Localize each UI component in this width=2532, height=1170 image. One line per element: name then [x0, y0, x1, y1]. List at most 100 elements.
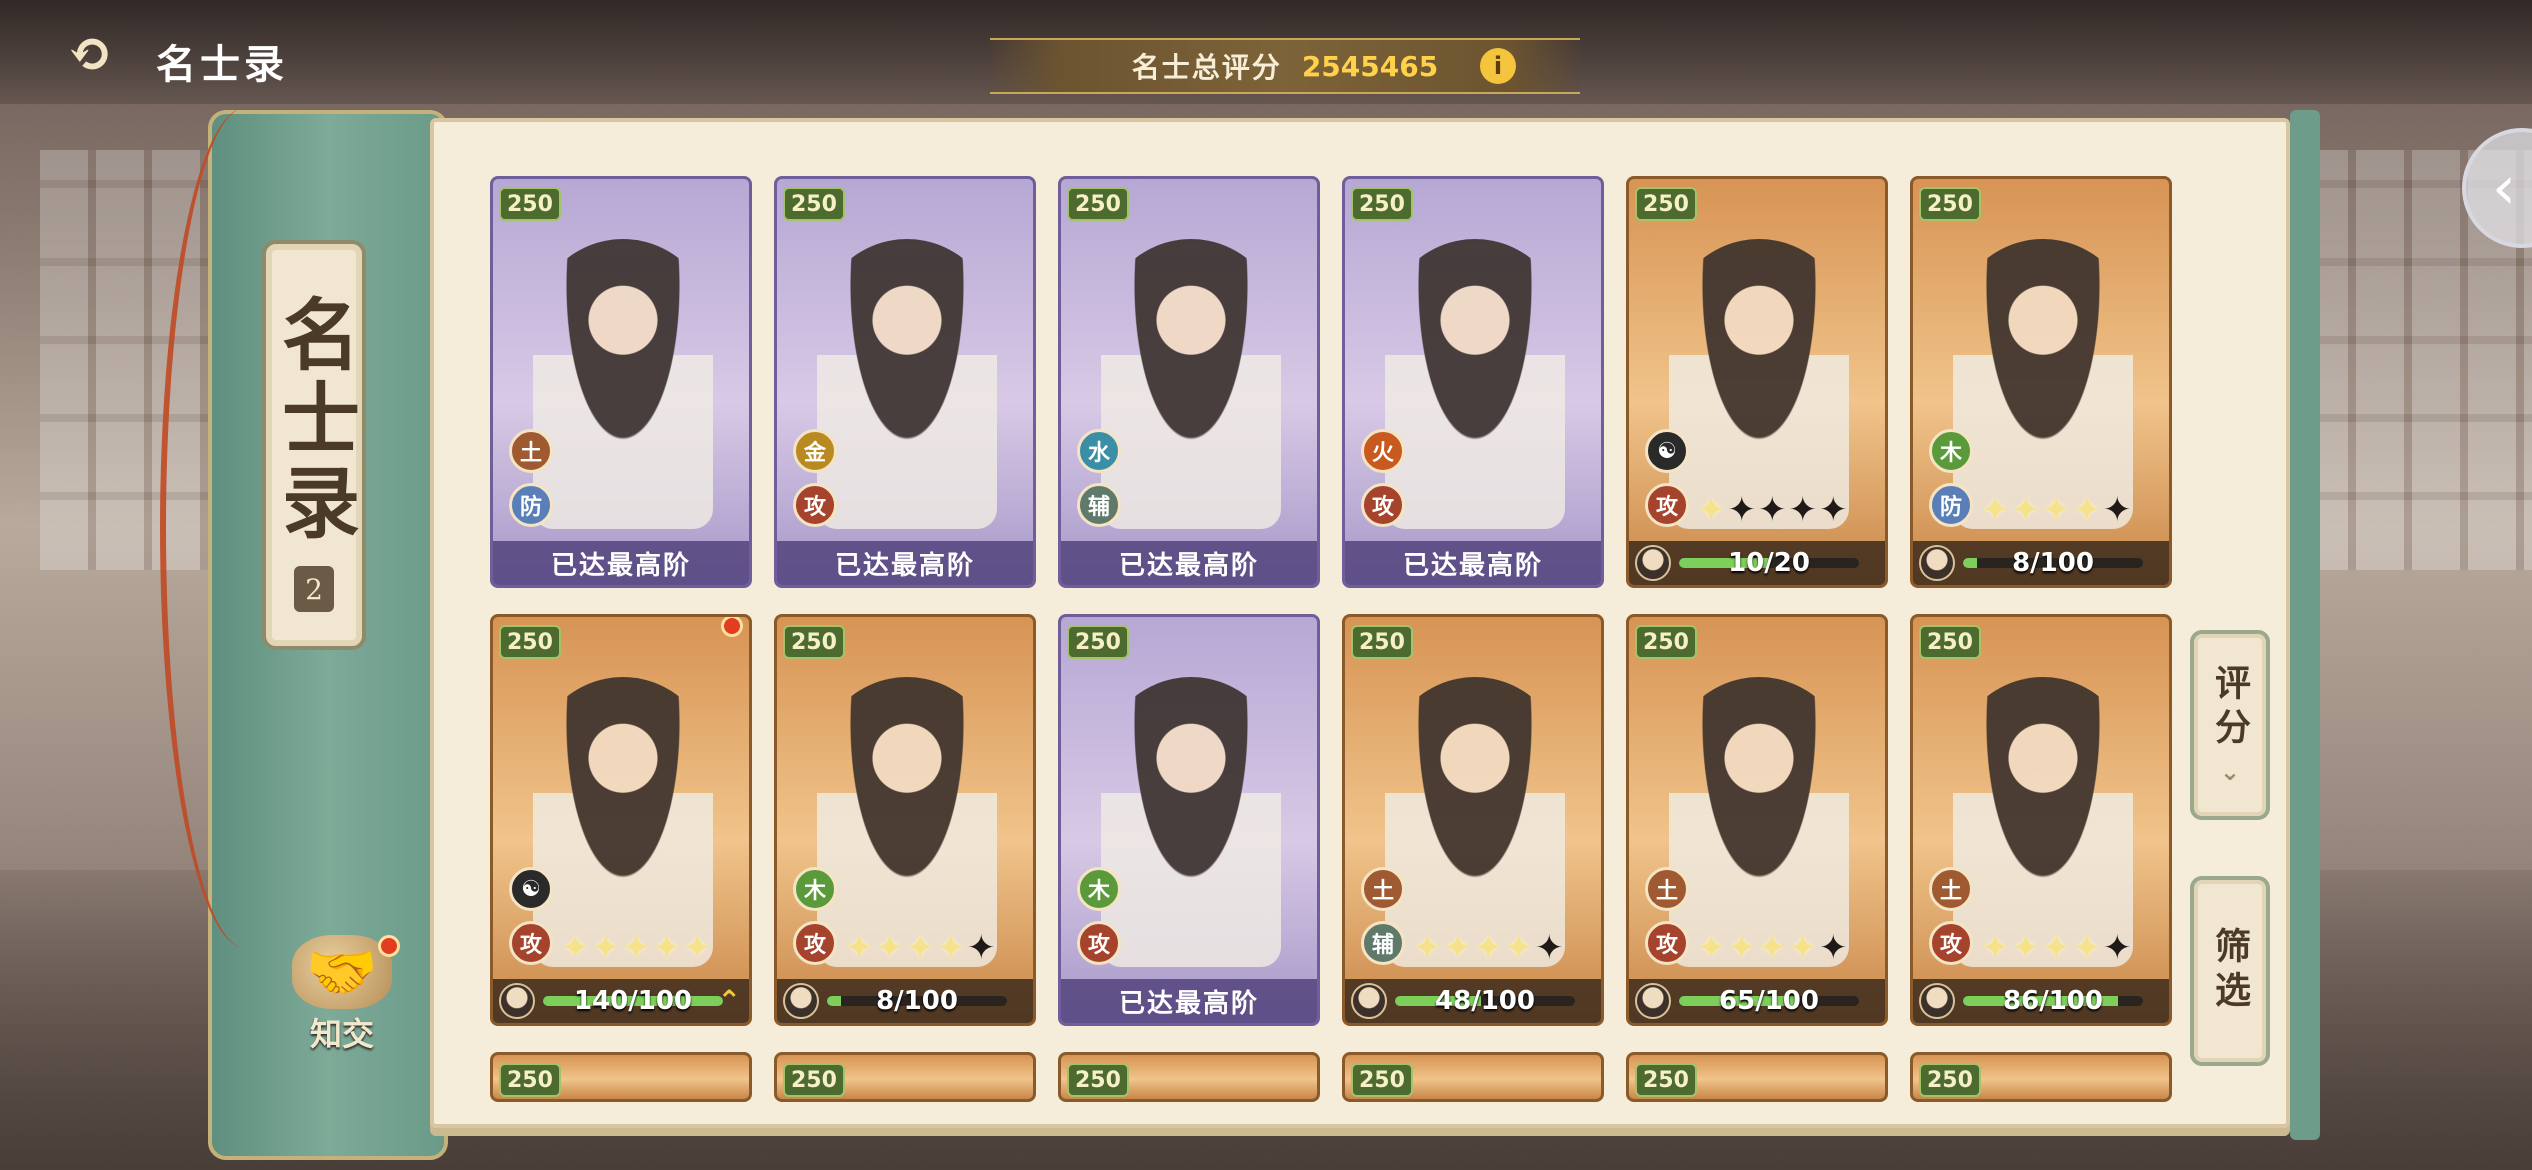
progress-text: 8/100 [2012, 548, 2094, 578]
hero-portrait [1669, 677, 1849, 967]
element-icon: ☯ [1645, 429, 1689, 473]
avatar-icon [783, 983, 819, 1019]
shard-progress: 10/20 [1629, 541, 1885, 585]
handshake-icon: 🤝 [292, 935, 392, 1009]
shard-progress: 140/100 ⌃ [493, 979, 749, 1023]
hero-card[interactable]: 250 ☯ 攻 ✦ ✦ ✦ ✦ ✦ 10/20 [1626, 176, 1888, 588]
back-button[interactable]: ⟲ [40, 18, 140, 88]
hero-portrait [1385, 239, 1565, 529]
page-title: 名士录 [156, 41, 288, 88]
progress-text: 140/100 [573, 986, 693, 1016]
star-icon: ✦ [2011, 928, 2041, 968]
hero-card[interactable]: 250 [490, 1052, 752, 1102]
level-badge: 250 [1919, 625, 1981, 659]
max-rank-label: 已达最高阶 [777, 541, 1033, 585]
role-icon: 辅 [1361, 921, 1405, 965]
avatar-icon [499, 983, 535, 1019]
star-icon: ✦ [1727, 928, 1757, 968]
role-icon: 防 [509, 483, 553, 527]
hero-portrait [1385, 677, 1565, 967]
notification-dot [378, 935, 400, 957]
star-icon: ✦ [2011, 490, 2041, 530]
star-icon: ✦ [875, 928, 905, 968]
info-icon[interactable]: i [1480, 48, 1516, 84]
star-icon: ✦ [1819, 928, 1848, 968]
star-icon: ✦ [1697, 490, 1726, 530]
progress-text: 10/20 [1728, 548, 1810, 578]
shard-progress: 86/100 [1913, 979, 2169, 1023]
shard-progress: 8/100 [1913, 541, 2169, 585]
level-badge: 250 [1919, 1063, 1981, 1097]
filter-button[interactable]: 筛选 [2190, 876, 2270, 1066]
avatar-icon [1919, 983, 1955, 1019]
hero-card[interactable]: 250 木攻 ✦ ✦ ✦ ✦ ✦ 8/100 [774, 614, 1036, 1026]
hero-card[interactable]: 250 [1910, 1052, 2172, 1102]
hero-card[interactable]: 250 [1626, 1052, 1888, 1102]
star-rating: ✦ ✦ ✦ ✦ ✦ [1981, 493, 2132, 527]
hero-portrait [1101, 677, 1281, 967]
hero-card[interactable]: 250 火攻已达最高阶 [1342, 176, 1604, 588]
level-badge: 250 [1067, 187, 1129, 221]
star-icon: ✦ [561, 928, 590, 968]
star-icon: ✦ [936, 928, 966, 968]
star-icon: ✦ [2103, 490, 2132, 530]
sort-button[interactable]: 评分 ⌄ [2190, 630, 2270, 820]
hero-card[interactable]: 250 土防已达最高阶 [490, 176, 752, 588]
star-icon: ✦ [2072, 490, 2102, 530]
avatar-icon [1635, 983, 1671, 1019]
star-icon: ✦ [591, 928, 621, 968]
progress-text: 8/100 [876, 986, 958, 1016]
level-badge: 250 [1635, 187, 1697, 221]
filter-label: 筛选 [2209, 927, 2251, 1015]
star-rating: ✦ ✦ ✦ ✦ ✦ [1697, 493, 1848, 527]
star-rating: ✦ ✦ ✦ ✦ ✦ [1981, 931, 2132, 965]
star-icon: ✦ [2103, 928, 2132, 968]
star-icon: ✦ [1758, 928, 1787, 968]
hero-card[interactable]: 250 ☯ 攻 ✦ ✦ ✦ ✦ ✦ 140/100 ⌃ [490, 614, 752, 1026]
element-icon: 土 [1361, 867, 1405, 911]
element-icon: ☯ [509, 867, 553, 911]
max-rank-label: 已达最高阶 [1061, 541, 1317, 585]
star-icon: ✦ [1981, 490, 2010, 530]
progress-text: 86/100 [2003, 986, 2103, 1016]
role-icon: 攻 [1645, 483, 1689, 527]
hero-card[interactable]: 250 [1342, 1052, 1604, 1102]
hero-portrait [1669, 239, 1849, 529]
score-label: 名士总评分 [1131, 51, 1282, 84]
shard-progress: 8/100 [777, 979, 1033, 1023]
plaque-title: 名士录 [269, 294, 360, 546]
hero-card[interactable]: 250 土攻 ✦ ✦ ✦ ✦ ✦ 65/100 [1626, 614, 1888, 1026]
level-badge: 250 [1919, 187, 1981, 221]
star-icon: ✦ [2042, 490, 2071, 530]
role-icon: 攻 [793, 921, 837, 965]
hero-card[interactable]: 250 土攻 ✦ ✦ ✦ ✦ ✦ 86/100 [1910, 614, 2172, 1026]
role-icon: 攻 [793, 483, 837, 527]
element-icon: 水 [1077, 429, 1121, 473]
star-icon: ✦ [1535, 928, 1564, 968]
hero-portrait [817, 239, 997, 529]
hero-card[interactable]: 250 水辅已达最高阶 [1058, 176, 1320, 588]
level-badge: 250 [499, 1063, 561, 1097]
level-badge: 250 [499, 625, 561, 659]
star-rating: ✦ ✦ ✦ ✦ ✦ [561, 931, 712, 965]
hero-card[interactable]: 250 [1058, 1052, 1320, 1102]
level-badge: 250 [499, 187, 561, 221]
hero-portrait [817, 677, 997, 967]
upgrade-arrow-icon[interactable]: ⌃ [718, 984, 741, 1017]
star-icon: ✦ [1443, 928, 1473, 968]
chevron-down-icon: ⌄ [2219, 758, 2241, 786]
hero-card[interactable]: 250 木防 ✦ ✦ ✦ ✦ ✦ 8/100 [1910, 176, 2172, 588]
star-icon: ✦ [1504, 928, 1534, 968]
role-icon: 攻 [1645, 921, 1689, 965]
hero-card[interactable]: 250 [774, 1052, 1036, 1102]
friend-button[interactable]: 🤝 知交 [282, 935, 402, 1055]
element-icon: 土 [1929, 867, 1973, 911]
level-badge: 250 [1351, 187, 1413, 221]
star-rating: ✦ ✦ ✦ ✦ ✦ [845, 931, 996, 965]
level-badge: 250 [1351, 625, 1413, 659]
star-icon: ✦ [1727, 490, 1757, 530]
hero-card[interactable]: 250 土辅 ✦ ✦ ✦ ✦ ✦ 48/100 [1342, 614, 1604, 1026]
hero-card[interactable]: 250 金攻已达最高阶 [774, 176, 1036, 588]
hero-card[interactable]: 250 木攻已达最高阶 [1058, 614, 1320, 1026]
star-icon: ✦ [845, 928, 874, 968]
